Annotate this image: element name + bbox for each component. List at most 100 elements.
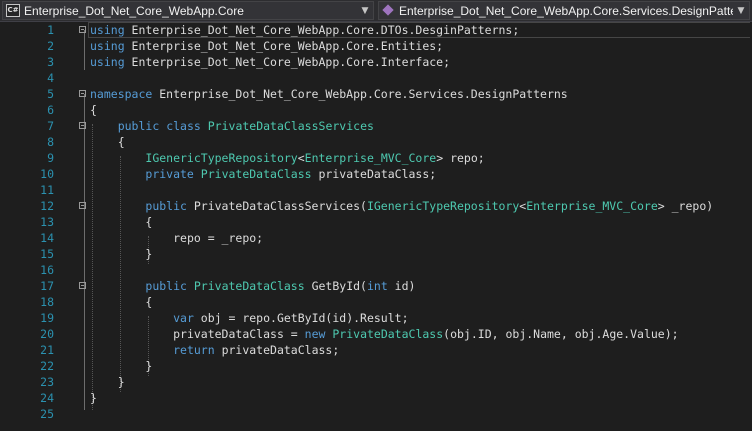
code-text: }	[90, 374, 125, 390]
code-line[interactable]: 19 var obj = repo.GetById(id).Result;	[0, 310, 752, 326]
code-line[interactable]: 21 return privateDataClass;	[0, 342, 752, 358]
code-text: return privateDataClass;	[90, 342, 339, 358]
code-line[interactable]: 14 repo = _repo;	[0, 230, 752, 246]
code-text: }	[90, 246, 152, 262]
keyword-token: public	[117, 119, 160, 133]
namespace-icon	[382, 4, 395, 17]
code-line[interactable]: 22 }	[0, 358, 752, 374]
line-number: 1	[47, 23, 54, 37]
code-line[interactable]: 2 using Enterprise_Dot_Net_Core_WebApp.Co…	[0, 38, 752, 54]
code-text: namespace Enterprise_Dot_Net_Core_WebApp…	[90, 86, 568, 102]
code-text: public PrivateDataClassServices(IGeneric…	[90, 198, 713, 214]
line-number: 21	[40, 343, 54, 357]
code-line[interactable]: 12 public PrivateDataClassServices(IGene…	[0, 198, 752, 214]
code-token: }	[90, 391, 97, 405]
line-number: 2	[47, 39, 54, 53]
code-text: }	[90, 358, 152, 374]
code-text: }	[90, 390, 97, 406]
code-token: {	[145, 215, 153, 229]
code-token: (obj.ID, obj.Name, obj.Age.Value);	[443, 327, 679, 341]
code-line[interactable]: 11	[0, 182, 752, 198]
code-text: {	[90, 134, 125, 150]
keyword-token: var	[173, 311, 194, 325]
code-token: Enterprise_Dot_Net_Core_WebApp.Core.Inte…	[124, 55, 451, 69]
line-number: 22	[40, 359, 54, 373]
code-line[interactable]: 24}	[0, 390, 752, 406]
line-number: 12	[40, 199, 54, 213]
namespace-dropdown[interactable]: Enterprise_Dot_Net_Core_WebApp.Core.Serv…	[378, 1, 750, 20]
code-text: {	[90, 294, 152, 310]
project-dropdown[interactable]: C# Enterprise_Dot_Net_Core_WebApp.Core ▼	[2, 1, 374, 20]
line-number: 5	[47, 87, 54, 101]
keyword-token: int	[366, 279, 388, 293]
navigation-bar: C# Enterprise_Dot_Net_Core_WebApp.Core ▼…	[0, 0, 752, 22]
keyword-token: new	[304, 327, 326, 341]
collapse-icon[interactable]	[79, 90, 86, 97]
line-number: 23	[40, 375, 54, 389]
code-token: PrivateDataClassServices(	[186, 199, 367, 213]
collapse-icon[interactable]	[79, 26, 86, 33]
code-line[interactable]: 9 IGenericTypeRepository<Enterprise_MVC_…	[0, 150, 752, 166]
chevron-down-icon[interactable]: ▼	[733, 6, 749, 16]
type-token: PrivateDataClassServices	[207, 119, 374, 133]
code-token: id)	[387, 279, 416, 293]
line-number: 19	[40, 311, 54, 325]
line-number: 3	[47, 55, 54, 69]
line-number: 9	[47, 151, 54, 165]
code-line[interactable]: 18 {	[0, 294, 752, 310]
code-editor[interactable]: 1 using Enterprise_Dot_Net_Core_WebApp.Co…	[0, 22, 752, 431]
keyword-token: namespace	[90, 87, 153, 101]
code-line[interactable]: 13 {	[0, 214, 752, 230]
type-token: IGenericTypeRepository	[366, 199, 520, 213]
code-line[interactable]: 4	[0, 70, 752, 86]
line-number: 25	[40, 407, 54, 421]
type-token: PrivateDataClass	[193, 279, 305, 293]
line-number: 18	[40, 295, 54, 309]
code-token: privateDataClass =	[173, 327, 305, 341]
code-token: {	[117, 135, 125, 149]
collapse-icon[interactable]	[79, 282, 86, 289]
code-token: privateDataClass;	[214, 343, 340, 357]
code-token: {	[90, 103, 97, 117]
code-line[interactable]: 1 using Enterprise_Dot_Net_Core_WebApp.Co…	[0, 22, 752, 38]
code-line[interactable]: 20 privateDataClass = new PrivateDataCla…	[0, 326, 752, 342]
code-line[interactable]: 23 }	[0, 374, 752, 390]
code-line[interactable]: 5 namespace Enterprise_Dot_Net_Core_WebAp…	[0, 86, 752, 102]
line-number: 17	[40, 279, 54, 293]
code-line[interactable]: 6{	[0, 102, 752, 118]
keyword-token: public	[145, 199, 187, 213]
code-line[interactable]: 25	[0, 406, 752, 422]
line-number: 13	[40, 215, 54, 229]
keyword-token: public	[145, 279, 187, 293]
code-text: using Enterprise_Dot_Net_Core_WebApp.Cor…	[90, 54, 450, 70]
type-token: PrivateDataClass	[200, 167, 312, 181]
code-line[interactable]: 16	[0, 262, 752, 278]
code-line[interactable]: 10 private PrivateDataClass privateDataC…	[0, 166, 752, 182]
line-number: 10	[40, 167, 54, 181]
code-token: }	[145, 359, 153, 373]
code-line[interactable]: 8 {	[0, 134, 752, 150]
line-number: 24	[40, 391, 54, 405]
collapse-icon[interactable]	[79, 202, 86, 209]
line-number: 6	[47, 103, 54, 117]
keyword-token: using	[90, 55, 125, 69]
type-token: IGenericTypeRepository	[145, 151, 298, 165]
code-text: repo = _repo;	[90, 230, 263, 246]
code-line[interactable]: 3 using Enterprise_Dot_Net_Core_WebApp.Co…	[0, 54, 752, 70]
code-text: {	[90, 214, 152, 230]
collapse-icon[interactable]	[79, 122, 86, 129]
code-line[interactable]: 7 public class PrivateDataClassServices	[0, 118, 752, 134]
chevron-down-icon[interactable]: ▼	[357, 6, 373, 16]
code-text: {	[90, 102, 97, 118]
code-line[interactable]: 17 public PrivateDataClass GetById(int i…	[0, 278, 752, 294]
code-line[interactable]: 15 }	[0, 246, 752, 262]
